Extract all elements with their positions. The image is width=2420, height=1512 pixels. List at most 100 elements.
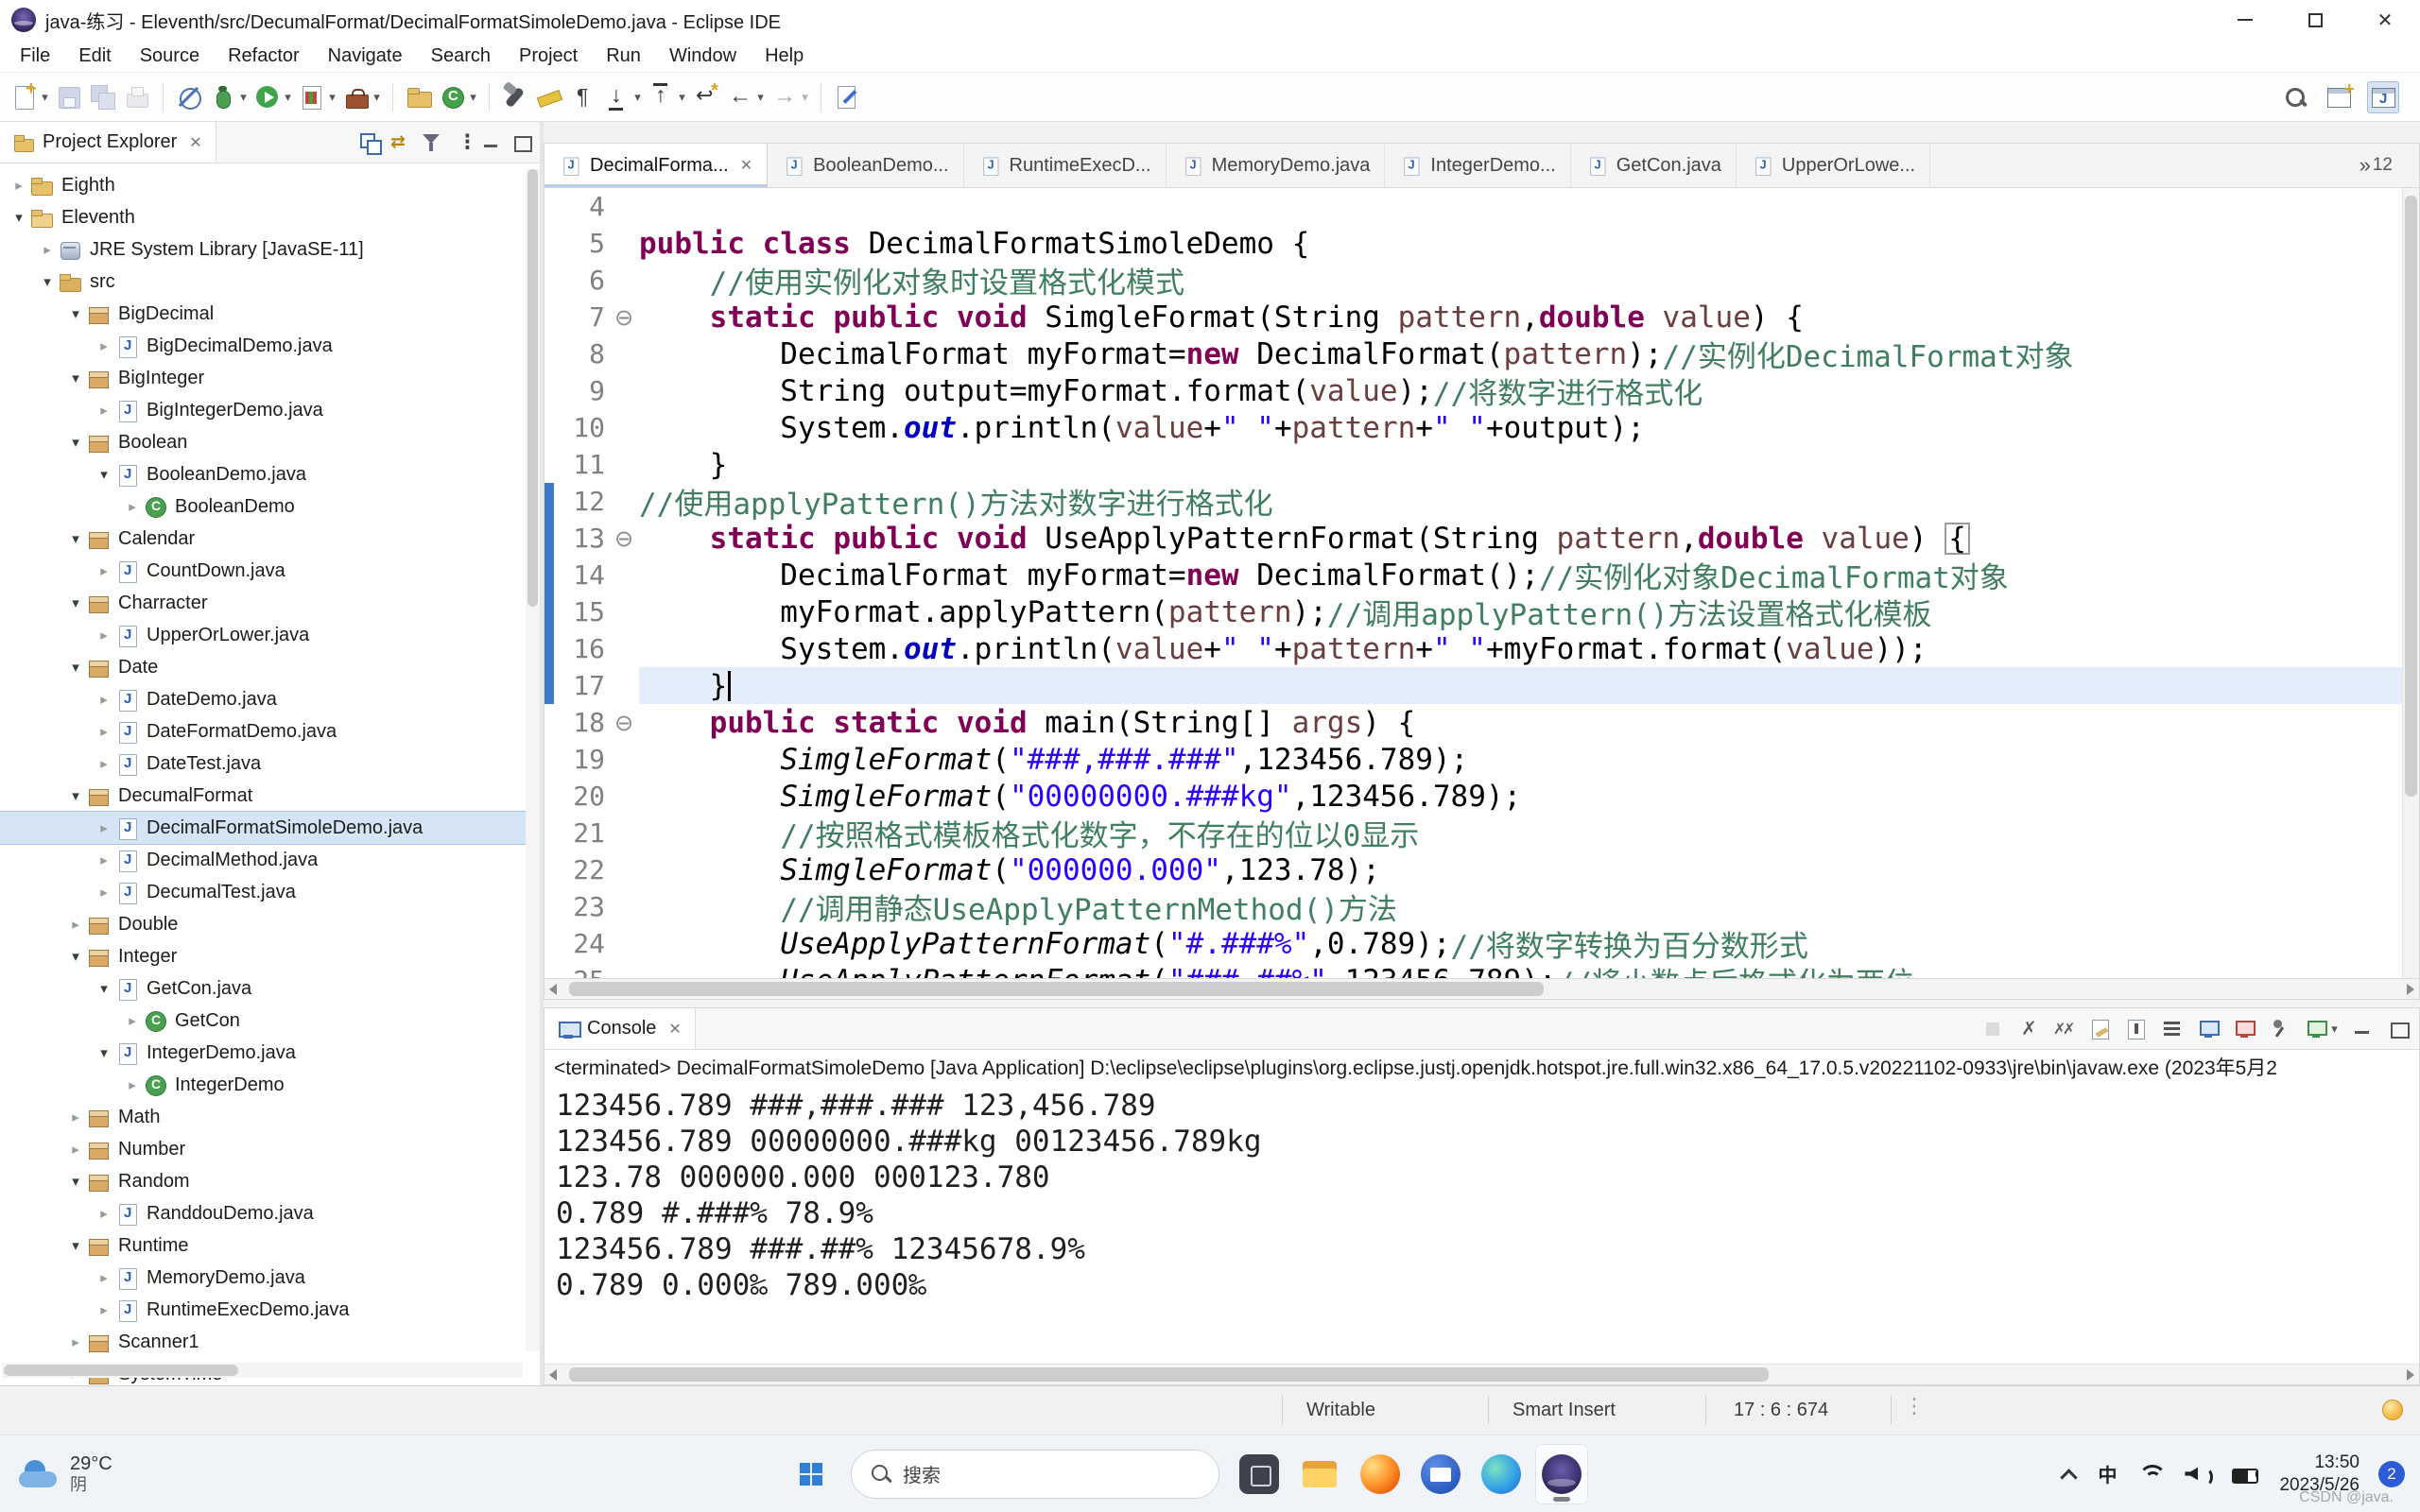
- new-wizard-button[interactable]: ▾: [9, 78, 50, 112]
- tree-item-integerdemo[interactable]: ▸ IntegerDemo: [0, 1069, 540, 1101]
- scroll-right-arrow[interactable]: [2407, 1369, 2414, 1381]
- code-line-15[interactable]: 15 myFormat.applyPattern(pattern);//调用ap…: [544, 593, 2402, 630]
- dropdown-arrow-icon[interactable]: ▾: [468, 90, 478, 105]
- fold-marker-icon[interactable]: ⊖: [609, 710, 639, 736]
- tree-expand-arrow[interactable]: ▸: [93, 723, 115, 740]
- tree-item-random[interactable]: ▾ Random: [0, 1165, 540, 1197]
- tree-item-scanner1[interactable]: ▸ Scanner1: [0, 1326, 540, 1358]
- line-number[interactable]: 4: [554, 191, 609, 222]
- tree-expand-arrow[interactable]: ▸: [93, 337, 115, 354]
- dropdown-arrow-icon[interactable]: ▾: [800, 90, 810, 105]
- tree-expand-arrow[interactable]: ▸: [64, 1141, 87, 1158]
- new-class-button[interactable]: ▾: [438, 82, 478, 112]
- taskbar-app-edge[interactable]: [1475, 1444, 1528, 1504]
- save-button[interactable]: [54, 82, 84, 112]
- tree-collapse-arrow[interactable]: ▾: [93, 1044, 115, 1061]
- editor-tab-upperorlowe[interactable]: UpperOrLowe...: [1737, 144, 1931, 187]
- line-number[interactable]: 13: [554, 523, 609, 554]
- menu-window[interactable]: Window: [655, 40, 751, 72]
- taskbar-app-mail[interactable]: [1414, 1444, 1467, 1504]
- external-tools-button[interactable]: ▾: [341, 82, 382, 112]
- tree-item-eighth[interactable]: ▸ Eighth: [0, 169, 540, 201]
- code-line-9[interactable]: 9 String output=myFormat.format(value); /…: [544, 372, 2402, 410]
- tree-item-biginteger[interactable]: ▾ BigInteger: [0, 362, 540, 394]
- editor-tab-runtimeexecd[interactable]: RuntimeExecD...: [964, 144, 1167, 187]
- tree-horizontal-scrollbar[interactable]: [2, 1363, 523, 1378]
- code-line-4[interactable]: 4: [544, 188, 2402, 225]
- tree-item-booleandemo-java[interactable]: ▾ BooleanDemo.java: [0, 458, 540, 490]
- line-number[interactable]: 6: [554, 265, 609, 296]
- code-line-23[interactable]: 23 //调用静态UseApplyPatternMethod()方法: [544, 888, 2402, 925]
- dropdown-arrow-icon[interactable]: ▾: [2329, 1022, 2340, 1037]
- code-text[interactable]: static public void UseApplyPatternFormat…: [639, 520, 2402, 557]
- code-line-21[interactable]: 21 //按照格式模板格式化数字，不存在的位以0显示: [544, 815, 2402, 851]
- code-text[interactable]: }: [639, 446, 2402, 483]
- line-number[interactable]: 21: [554, 817, 609, 849]
- menu-navigate[interactable]: Navigate: [314, 40, 417, 72]
- code-text[interactable]: //调用静态UseApplyPatternMethod()方法: [639, 888, 2402, 925]
- close-button[interactable]: ✕: [2350, 0, 2420, 40]
- remove-all-button[interactable]: [2051, 1016, 2078, 1042]
- tree-expand-arrow[interactable]: ▸: [93, 755, 115, 772]
- tree-collapse-arrow[interactable]: ▾: [8, 209, 30, 226]
- tree-expand-arrow[interactable]: ▸: [93, 562, 115, 579]
- tree-item-randdoudemo-java[interactable]: ▸ RanddouDemo.java: [0, 1197, 540, 1229]
- close-tab-icon[interactable]: ✕: [740, 156, 752, 175]
- editor-tab-integerdemo[interactable]: IntegerDemo...: [1385, 144, 1571, 187]
- line-number[interactable]: 5: [554, 228, 609, 259]
- min-button[interactable]: [479, 130, 504, 155]
- tree-expand-arrow[interactable]: ▸: [93, 402, 115, 419]
- menu-search[interactable]: Search: [417, 40, 505, 72]
- tree-collapse-arrow[interactable]: ▾: [64, 659, 87, 676]
- tree-item-eleventh[interactable]: ▾ Eleventh: [0, 201, 540, 233]
- tree-item-date[interactable]: ▾ Date: [0, 651, 540, 683]
- max-button[interactable]: [2385, 1016, 2411, 1042]
- tree-expand-arrow[interactable]: ▸: [64, 1333, 87, 1350]
- tray-chevron-up-icon[interactable]: [2058, 1464, 2079, 1485]
- dropdown-arrow-icon[interactable]: ▾: [327, 90, 337, 105]
- tree-item-runtimeexecdemo-java[interactable]: ▸ RuntimeExecDemo.java: [0, 1294, 540, 1326]
- debug-button[interactable]: ▾: [208, 82, 249, 112]
- scrollbar-thumb[interactable]: [2405, 196, 2417, 797]
- notification-bulb-icon[interactable]: [2382, 1400, 2403, 1420]
- tree-item-countdown-java[interactable]: ▸ CountDown.java: [0, 555, 540, 587]
- prev-annotation-button[interactable]: ▾: [647, 82, 687, 112]
- scrollbar-thumb[interactable]: [4, 1365, 238, 1376]
- link-editor-button[interactable]: [389, 130, 413, 155]
- tree-item-decimalmethod-java[interactable]: ▸ DecimalMethod.java: [0, 844, 540, 876]
- line-number[interactable]: 22: [554, 854, 609, 885]
- tree-item-bigdecimaldemo-java[interactable]: ▸ BigDecimalDemo.java: [0, 330, 540, 362]
- code-text[interactable]: public static void main(String[] args) {: [639, 704, 2402, 741]
- line-number[interactable]: 16: [554, 633, 609, 664]
- code-line-6[interactable]: 6 //使用实例化对象时设置格式化模式: [544, 262, 2402, 299]
- tree-item-src[interactable]: ▾ src: [0, 266, 540, 298]
- code-text[interactable]: [639, 188, 2402, 225]
- line-number[interactable]: 23: [554, 891, 609, 922]
- quick-search-button[interactable]: [2280, 82, 2310, 112]
- code-text[interactable]: SimgleFormat("###,###.###" ,123456.789);: [639, 741, 2402, 778]
- scrollbar-thumb[interactable]: [569, 1367, 1770, 1382]
- tree-expand-arrow[interactable]: ▸: [93, 1269, 115, 1286]
- forward-button[interactable]: ▾: [769, 82, 810, 112]
- line-number[interactable]: 11: [554, 449, 609, 480]
- open-perspective-button[interactable]: [2324, 79, 2355, 112]
- editor-horizontal-scrollbar[interactable]: [544, 979, 2420, 1000]
- new-java-project-button[interactable]: [404, 82, 434, 112]
- editor-tab-overflow[interactable]: » 12: [2360, 144, 2419, 187]
- taskbar-search-input[interactable]: 搜索: [851, 1449, 1219, 1499]
- code-text[interactable]: System. out .println(value + " " + pattern + " "…: [639, 409, 2402, 446]
- tree-item-datetest-java[interactable]: ▸ DateTest.java: [0, 747, 540, 780]
- clear-button[interactable]: [2087, 1016, 2114, 1042]
- tree-collapse-arrow[interactable]: ▾: [64, 1237, 87, 1254]
- line-number[interactable]: 10: [554, 412, 609, 443]
- notification-badge[interactable]: 2: [2378, 1460, 2405, 1487]
- tree-item-boolean[interactable]: ▾ Boolean: [0, 426, 540, 458]
- next-annotation-button[interactable]: ▾: [602, 82, 643, 112]
- line-number[interactable]: 12: [554, 486, 609, 517]
- line-number[interactable]: 7: [554, 301, 609, 333]
- dropdown-arrow-icon[interactable]: ▾: [40, 90, 50, 105]
- code-text[interactable]: UseApplyPatternFormat("###.##%",123456.7…: [639, 962, 2402, 979]
- tree-expand-arrow[interactable]: ▸: [121, 498, 144, 515]
- code-line-25[interactable]: 25 UseApplyPatternFormat("###.##%",12345…: [544, 962, 2402, 979]
- menu-file[interactable]: File: [6, 40, 64, 72]
